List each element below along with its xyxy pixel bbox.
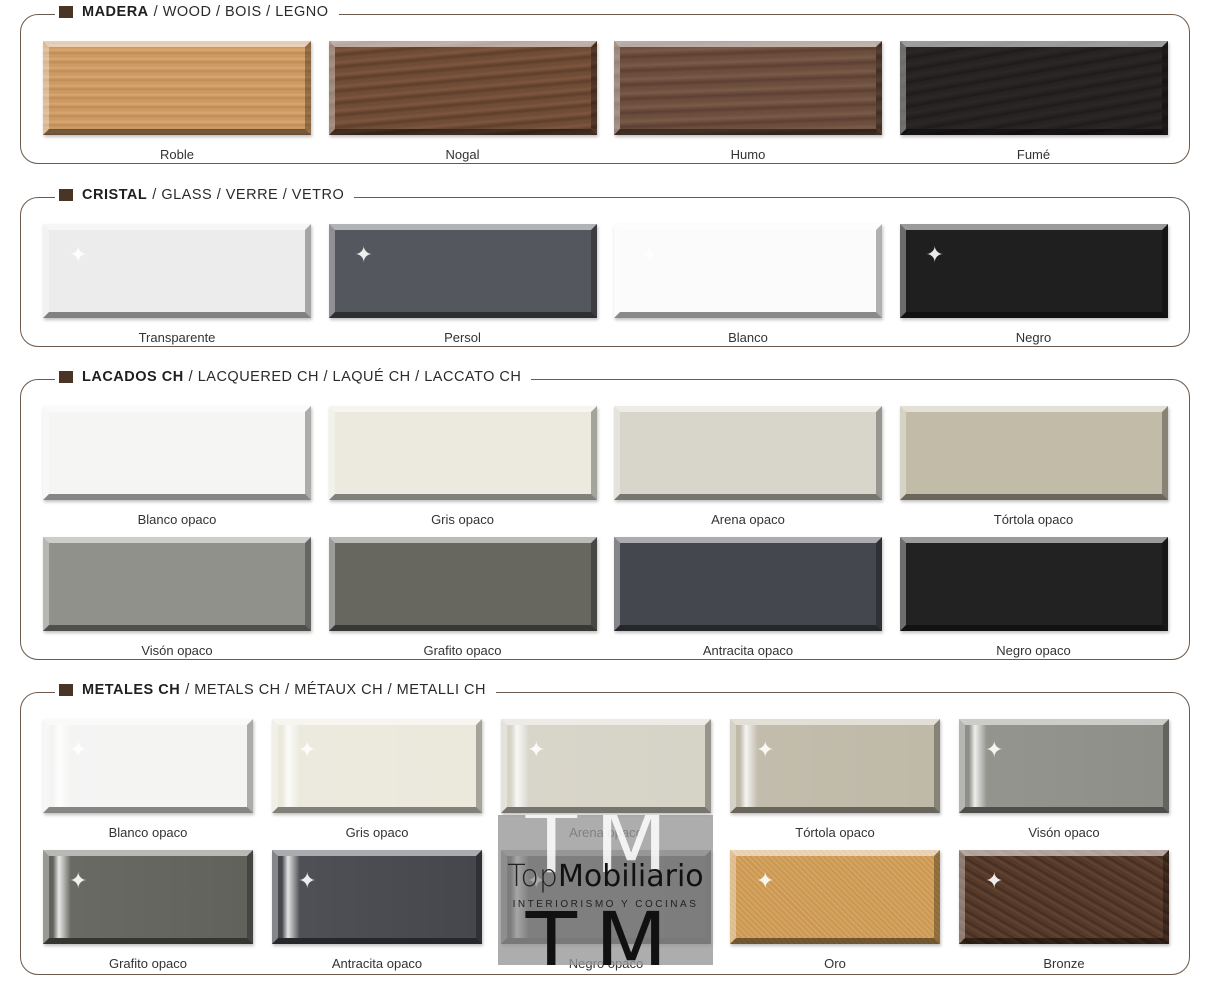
section-title-translations: / WOOD / BOIS / LEGNO bbox=[153, 4, 329, 20]
swatch-gris-opaco[interactable]: ✦ bbox=[272, 719, 482, 813]
swatch-antracita-opaco[interactable] bbox=[614, 537, 882, 631]
watermark-subtitle: INTERIORISMO Y COCINAS bbox=[512, 899, 699, 910]
section-marker-icon bbox=[59, 684, 73, 696]
swatch-label: Grafito opaco bbox=[108, 956, 188, 971]
swatch-label: Transparente bbox=[138, 330, 216, 345]
section-title: CRISTAL / GLASS / VERRE / VETRO bbox=[55, 187, 355, 203]
section-title: LACADOS CH / LACQUERED CH / LAQUÉ CH / LA… bbox=[55, 369, 532, 385]
sparkle-icon: ✦ bbox=[69, 868, 88, 893]
section-madera: MADERA / WOOD / BOIS / LEGNO Roble Nogal Hum… bbox=[20, 4, 1190, 164]
swatch-fumé[interactable] bbox=[899, 41, 1168, 135]
swatch-grafito-opaco[interactable]: ✦ bbox=[43, 850, 253, 944]
swatch-label: Bronze bbox=[1043, 956, 1085, 971]
section-title-translations: / METALS CH / MÉTAUX CH / METALLI CH bbox=[185, 682, 486, 698]
swatch-blanco-opaco[interactable]: ✦ bbox=[43, 719, 253, 813]
watermark-brand-mobiliario: Mobiliario bbox=[557, 859, 704, 894]
sparkle-icon: ✦ bbox=[298, 868, 317, 893]
sparkle-icon: ✦ bbox=[756, 737, 775, 762]
swatch-grafito-opaco[interactable] bbox=[328, 537, 597, 631]
swatch-oro[interactable]: ✦ bbox=[730, 850, 940, 944]
swatch-visón-opaco[interactable]: ✦ bbox=[959, 719, 1169, 813]
swatch-label: Humo bbox=[730, 147, 766, 162]
swatch-roble[interactable] bbox=[43, 41, 311, 135]
sparkle-icon: ✦ bbox=[69, 737, 88, 762]
swatch-transparente[interactable]: ✦ bbox=[43, 224, 311, 318]
sparkle-icon: ✦ bbox=[69, 242, 88, 267]
section-title: MADERA / WOOD / BOIS / LEGNO bbox=[55, 4, 339, 20]
sparkle-icon: ✦ bbox=[985, 737, 1004, 762]
swatch-label: Oro bbox=[824, 956, 846, 971]
section-title-main: LACADOS CH bbox=[82, 369, 184, 385]
section-marker-icon bbox=[59, 371, 73, 383]
swatch-label: Blanco opaco bbox=[137, 512, 217, 527]
swatch-negro-opaco[interactable] bbox=[899, 537, 1168, 631]
swatch-label: Antracita opaco bbox=[702, 643, 794, 658]
swatch-label: Tórtola opaco bbox=[993, 512, 1074, 527]
swatch-label: Negro bbox=[1015, 330, 1052, 345]
section-cristal: CRISTAL / GLASS / VERRE / VETRO ✦ Transpare… bbox=[20, 187, 1190, 347]
swatch-tórtola-opaco[interactable] bbox=[899, 406, 1168, 500]
swatch-label: Grafito opaco bbox=[423, 643, 502, 658]
sparkle-icon: ✦ bbox=[354, 242, 373, 267]
section-title-main: CRISTAL bbox=[82, 187, 148, 203]
swatch-label: Persol bbox=[444, 330, 481, 345]
sparkle-icon: ✦ bbox=[640, 242, 659, 267]
watermark-monogram-bottom: TM bbox=[525, 901, 686, 965]
sparkle-icon: ✦ bbox=[985, 868, 1004, 893]
swatch-tórtola-opaco[interactable]: ✦ bbox=[730, 719, 940, 813]
swatch-negro[interactable]: ✦ bbox=[899, 224, 1168, 318]
section-lacados-ch: LACADOS CH / LACQUERED CH / LAQUÉ CH / LA… bbox=[20, 369, 1190, 660]
section-title-translations: / GLASS / VERRE / VETRO bbox=[152, 187, 345, 203]
section-marker-icon bbox=[59, 189, 73, 201]
swatch-label: Negro opaco bbox=[996, 643, 1071, 658]
swatch-label: Gris opaco bbox=[345, 825, 409, 840]
swatch-antracita-opaco[interactable]: ✦ bbox=[272, 850, 482, 944]
section-title: METALES CH / METALS CH / MÉTAUX CH / META… bbox=[55, 682, 496, 698]
swatch-nogal[interactable] bbox=[328, 41, 597, 135]
section-title-translations: / LACQUERED CH / LAQUÉ CH / LACCATO CH bbox=[188, 369, 522, 385]
watermark-brand-top: Top bbox=[507, 859, 558, 894]
sparkle-icon: ✦ bbox=[527, 737, 546, 762]
swatch-blanco[interactable]: ✦ bbox=[614, 224, 882, 318]
swatch-label: Gris opaco bbox=[431, 512, 494, 527]
watermark-logo: TM TM TopMobiliario INTERIORISMO Y COCIN… bbox=[498, 815, 713, 965]
swatch-gris-opaco[interactable] bbox=[328, 406, 597, 500]
swatch-arena-opaco[interactable] bbox=[614, 406, 882, 500]
section-marker-icon bbox=[59, 6, 73, 18]
swatch-label: Visón opaco bbox=[141, 643, 213, 658]
swatch-label: Fumé bbox=[1016, 147, 1051, 162]
swatch-label: Arena opaco bbox=[711, 512, 785, 527]
watermark-brand: TopMobiliario bbox=[498, 859, 713, 894]
swatch-label: Roble bbox=[160, 147, 194, 162]
sparkle-icon: ✦ bbox=[756, 868, 775, 893]
swatch-visón-opaco[interactable] bbox=[43, 537, 311, 631]
swatch-humo[interactable] bbox=[614, 41, 882, 135]
swatch-bronze[interactable]: ✦ bbox=[959, 850, 1169, 944]
swatch-label: Blanco opaco bbox=[108, 825, 188, 840]
swatch-label: Antracita opaco bbox=[331, 956, 423, 971]
swatch-label: Nogal bbox=[445, 147, 480, 162]
swatch-label: Tórtola opaco bbox=[795, 825, 875, 840]
swatch-arena-opaco[interactable]: ✦ bbox=[501, 719, 711, 813]
swatch-persol[interactable]: ✦ bbox=[328, 224, 597, 318]
section-title-main: METALES CH bbox=[82, 682, 181, 698]
sparkle-icon: ✦ bbox=[925, 242, 944, 267]
sparkle-icon: ✦ bbox=[298, 737, 317, 762]
swatch-blanco-opaco[interactable] bbox=[43, 406, 311, 500]
swatch-label: Blanco bbox=[728, 330, 768, 345]
swatch-label: Visón opaco bbox=[1028, 825, 1100, 840]
section-title-main: MADERA bbox=[82, 4, 149, 20]
